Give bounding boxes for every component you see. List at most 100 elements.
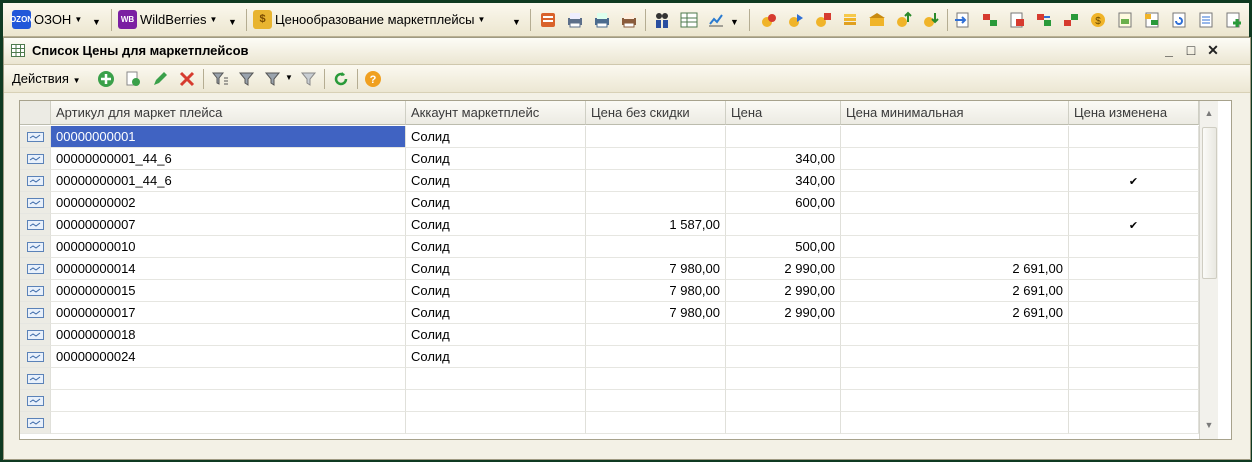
cell-account[interactable]: Солид (406, 346, 586, 368)
cell-price-min[interactable] (841, 412, 1069, 434)
ozon-menu-button[interactable]: OZON ОЗОН ▼ (10, 7, 82, 31)
cell-price[interactable]: 340,00 (726, 170, 841, 192)
table-row[interactable]: 00000000018 Солид (20, 324, 1199, 346)
cell-price-min[interactable]: 2 691,00 (841, 280, 1069, 302)
scroll-up-arrow-icon[interactable]: ▲ (1200, 104, 1218, 122)
cell-price[interactable]: 2 990,00 (726, 302, 841, 324)
cell-price-no-discount[interactable] (586, 236, 726, 258)
cell-price-no-discount[interactable] (586, 346, 726, 368)
cell-article[interactable] (51, 412, 406, 434)
cell-price-min[interactable] (841, 126, 1069, 148)
cell-price-min[interactable] (841, 346, 1069, 368)
table-row[interactable]: 00000000015 Солид 7 980,00 2 990,00 2 691,00 (20, 280, 1199, 302)
cell-price-changed[interactable] (1069, 412, 1199, 434)
cell-article[interactable] (51, 390, 406, 412)
cell-price[interactable]: 2 990,00 (726, 258, 841, 280)
row-marker[interactable] (20, 412, 51, 434)
vertical-scrollbar[interactable]: ▲ ▼ (1199, 101, 1218, 439)
wildberries-menu-button[interactable]: WB WildBerries ▼ (118, 7, 217, 31)
cell-article[interactable]: 00000000007 (51, 214, 406, 236)
table-row[interactable] (20, 390, 1199, 412)
pricing-marketplaces-menu-button[interactable]: $ Ценообразование маркетплейсы ▼ (253, 7, 485, 31)
cell-article[interactable]: 00000000010 (51, 236, 406, 258)
cell-article[interactable]: 00000000017 (51, 302, 406, 324)
cell-price-changed[interactable] (1069, 302, 1199, 324)
scrollbar-thumb[interactable] (1202, 127, 1217, 279)
cell-article[interactable]: 00000000014 (51, 258, 406, 280)
chevron-down-icon[interactable]: ▼ (512, 17, 521, 27)
cell-account[interactable]: Солид (406, 126, 586, 148)
prices-table[interactable]: Артикул для маркет плейса Аккаунт маркет… (19, 100, 1232, 440)
cell-price-no-discount[interactable] (586, 126, 726, 148)
cell-price-changed[interactable] (1069, 126, 1199, 148)
row-marker[interactable] (20, 126, 51, 148)
refresh-icon[interactable] (332, 70, 350, 88)
cell-price-changed[interactable]: ✔ (1069, 170, 1199, 192)
cell-price-no-discount[interactable] (586, 192, 726, 214)
cell-price-min[interactable] (841, 192, 1069, 214)
print-report-icon[interactable] (619, 10, 639, 30)
filter-history-icon[interactable] (264, 70, 282, 88)
cell-price[interactable] (726, 126, 841, 148)
cell-account[interactable]: Солид (406, 192, 586, 214)
row-marker[interactable] (20, 368, 51, 390)
cell-price-changed[interactable] (1069, 324, 1199, 346)
table-grid-icon[interactable] (679, 10, 699, 30)
cell-account[interactable]: Солид (406, 148, 586, 170)
table-row[interactable] (20, 368, 1199, 390)
coins-down-icon[interactable] (921, 10, 941, 30)
document-refresh-icon[interactable] (1169, 10, 1189, 30)
chevron-down-icon[interactable]: ▼ (92, 17, 101, 27)
cell-price-no-discount[interactable]: 7 980,00 (586, 280, 726, 302)
transfer-back-icon[interactable] (1061, 10, 1081, 30)
minimize-button[interactable]: _ (1161, 42, 1177, 58)
cell-account[interactable] (406, 368, 586, 390)
close-button[interactable]: ✕ (1205, 42, 1221, 58)
cell-price[interactable]: 600,00 (726, 192, 841, 214)
cell-price-min[interactable]: 2 691,00 (841, 258, 1069, 280)
cell-price[interactable] (726, 346, 841, 368)
coins-price-icon[interactable] (813, 10, 833, 30)
cell-price-min[interactable] (841, 148, 1069, 170)
cell-account[interactable]: Солид (406, 236, 586, 258)
add-icon[interactable] (97, 70, 115, 88)
cell-account[interactable]: Солид (406, 280, 586, 302)
cell-price-no-discount[interactable] (586, 390, 726, 412)
document-image-icon[interactable] (1115, 10, 1135, 30)
table-row[interactable]: 00000000001_44_6 Солид 340,00 ✔ (20, 170, 1199, 192)
table-row[interactable]: 00000000017 Солид 7 980,00 2 990,00 2 691,00 (20, 302, 1199, 324)
clear-filter-icon[interactable] (300, 70, 318, 88)
filter-icon[interactable] (238, 70, 256, 88)
cell-price-no-discount[interactable]: 1 587,00 (586, 214, 726, 236)
column-header-price[interactable]: Цена (726, 101, 841, 125)
row-marker[interactable] (20, 148, 51, 170)
scroll-down-arrow-icon[interactable]: ▼ (1200, 416, 1218, 434)
add-document-icon[interactable] (1223, 10, 1243, 30)
coins-dollar-icon[interactable]: $ (1088, 10, 1108, 30)
coins-bank-icon[interactable] (867, 10, 887, 30)
cell-price-min[interactable] (841, 390, 1069, 412)
edit-icon[interactable] (151, 70, 169, 88)
column-header-price-min[interactable]: Цена минимальная (841, 101, 1069, 125)
printer-icon[interactable] (565, 10, 585, 30)
cell-price-changed[interactable] (1069, 346, 1199, 368)
cell-price-no-discount[interactable] (586, 324, 726, 346)
document-stack-icon[interactable] (538, 10, 558, 30)
cell-price-min[interactable] (841, 368, 1069, 390)
chart-edit-icon[interactable] (706, 10, 726, 30)
cell-price-changed[interactable] (1069, 258, 1199, 280)
cell-price-no-discount[interactable] (586, 170, 726, 192)
cell-price[interactable] (726, 324, 841, 346)
column-header-price-changed[interactable]: Цена изменена (1069, 101, 1199, 125)
cell-price-no-discount[interactable]: 7 980,00 (586, 258, 726, 280)
cell-account[interactable]: Солид (406, 170, 586, 192)
row-marker[interactable] (20, 258, 51, 280)
cell-account[interactable] (406, 390, 586, 412)
row-marker[interactable] (20, 214, 51, 236)
cell-article[interactable] (51, 368, 406, 390)
document-red-icon[interactable] (1007, 10, 1027, 30)
filter-list-icon[interactable] (211, 70, 229, 88)
transfer-icon[interactable] (1034, 10, 1054, 30)
delete-icon[interactable] (178, 70, 196, 88)
cell-price[interactable] (726, 390, 841, 412)
